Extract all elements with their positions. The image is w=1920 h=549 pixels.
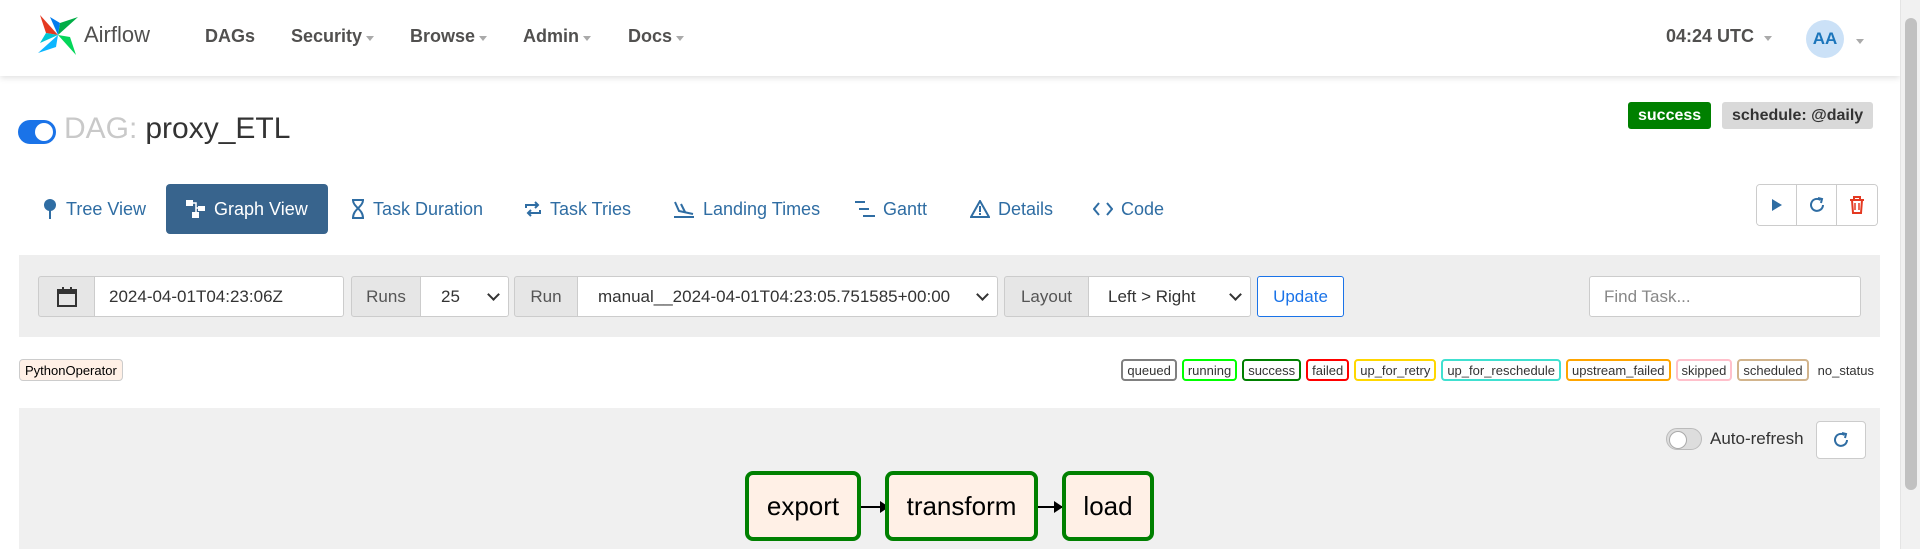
legend-status-upstream-failed[interactable]: upstream_failed bbox=[1566, 359, 1671, 381]
chevron-down-icon bbox=[1229, 287, 1242, 301]
tree-icon bbox=[44, 199, 56, 219]
caret-down-icon bbox=[1764, 35, 1773, 41]
task-node-transform[interactable]: transform bbox=[885, 471, 1038, 541]
tab-gantt[interactable]: Gantt bbox=[835, 184, 947, 234]
legend-status-failed[interactable]: failed bbox=[1306, 359, 1350, 381]
warning-triangle-icon bbox=[970, 200, 990, 218]
brand-name: Airflow bbox=[84, 22, 151, 47]
delete-dag-button[interactable] bbox=[1837, 185, 1877, 225]
tab-details[interactable]: Details bbox=[950, 184, 1073, 234]
top-navbar: Airflow DAGs Security Browse Admin Docs … bbox=[0, 0, 1900, 76]
calendar-button[interactable] bbox=[38, 276, 95, 317]
trigger-dag-button[interactable] bbox=[1757, 185, 1797, 225]
calendar-icon bbox=[56, 286, 77, 307]
chevron-down-icon bbox=[487, 287, 500, 301]
code-icon bbox=[1093, 202, 1113, 216]
tab-code[interactable]: Code bbox=[1073, 184, 1184, 234]
gantt-icon bbox=[855, 201, 875, 217]
layout-label: Layout bbox=[1004, 276, 1089, 317]
refresh-dag-button[interactable] bbox=[1797, 185, 1837, 225]
find-task-input[interactable]: Find Task... bbox=[1589, 276, 1861, 317]
tab-task-duration[interactable]: Task Duration bbox=[331, 184, 503, 234]
landing-icon bbox=[674, 201, 694, 218]
nav-security[interactable]: Security bbox=[291, 26, 375, 47]
repeat-icon bbox=[525, 201, 541, 217]
runs-select[interactable]: 25 bbox=[420, 276, 509, 317]
schedule-badge: schedule: @daily bbox=[1722, 102, 1874, 129]
caret-down-icon bbox=[479, 35, 488, 41]
user-menu-caret-icon[interactable] bbox=[1856, 39, 1864, 44]
nav-dags[interactable]: DAGs bbox=[205, 26, 255, 47]
auto-refresh-toggle[interactable] bbox=[1666, 428, 1702, 450]
dag-actions-group bbox=[1756, 184, 1878, 226]
runs-label: Runs bbox=[351, 276, 421, 317]
caret-down-icon bbox=[583, 35, 591, 41]
operator-legend-python[interactable]: PythonOperator bbox=[19, 359, 123, 381]
auto-refresh-control[interactable]: Auto-refresh bbox=[1666, 428, 1804, 450]
chevron-down-icon bbox=[976, 287, 989, 301]
user-avatar[interactable]: AA bbox=[1806, 20, 1844, 58]
run-select[interactable]: manual__2024-04-01T04:23:05.751585+00:00 bbox=[577, 276, 998, 317]
legend-status-skipped[interactable]: skipped bbox=[1675, 359, 1733, 381]
tab-tree-view[interactable]: Tree View bbox=[22, 184, 166, 234]
dag-prefix: DAG: bbox=[64, 112, 138, 145]
nav-admin[interactable]: Admin bbox=[523, 26, 591, 47]
layout-select[interactable]: Left > Right bbox=[1088, 276, 1251, 317]
base-date-input[interactable]: 2024-04-01T04:23:06Z bbox=[94, 276, 344, 317]
legend-status-up-for-reschedule[interactable]: up_for_reschedule bbox=[1441, 359, 1562, 381]
legend-status-up-for-retry[interactable]: up_for_retry bbox=[1354, 359, 1437, 381]
page-title: DAG: proxy_ETL bbox=[64, 112, 290, 146]
airflow-brand[interactable]: Airflow bbox=[36, 13, 150, 57]
caret-down-icon bbox=[676, 35, 685, 41]
dag-pause-toggle[interactable] bbox=[18, 120, 56, 144]
tab-graph-view[interactable]: Graph View bbox=[166, 184, 328, 234]
nav-docs[interactable]: Docs bbox=[628, 26, 685, 47]
task-node-load[interactable]: load bbox=[1062, 471, 1154, 541]
hourglass-icon bbox=[352, 199, 364, 219]
airflow-logo-icon bbox=[38, 15, 78, 55]
legend-status-scheduled[interactable]: scheduled bbox=[1737, 359, 1809, 381]
graph-refresh-button[interactable] bbox=[1816, 421, 1866, 459]
tab-task-tries[interactable]: Task Tries bbox=[504, 184, 651, 234]
refresh-icon bbox=[1809, 197, 1824, 212]
trash-icon bbox=[1850, 196, 1864, 214]
tab-landing-times[interactable]: Landing Times bbox=[653, 184, 840, 234]
dag-status-badge: success bbox=[1628, 102, 1712, 129]
graph-icon bbox=[186, 200, 205, 218]
dag-name: proxy_ETL bbox=[145, 112, 291, 145]
nav-browse[interactable]: Browse bbox=[410, 26, 488, 47]
legend-status-success[interactable]: success bbox=[1242, 359, 1302, 381]
play-icon bbox=[1771, 199, 1782, 211]
legend-status-no-status[interactable]: no_status bbox=[1813, 359, 1878, 381]
caret-down-icon bbox=[366, 35, 375, 41]
legend-status-running[interactable]: running bbox=[1181, 359, 1238, 381]
utc-clock[interactable]: 04:24 UTC bbox=[1666, 26, 1773, 47]
status-legend: queued running success failed up_for_ret… bbox=[1121, 359, 1878, 381]
page-scrollbar[interactable] bbox=[1900, 0, 1920, 549]
legend-status-queued[interactable]: queued bbox=[1121, 359, 1177, 381]
scrollbar-thumb[interactable] bbox=[1905, 18, 1917, 490]
refresh-icon bbox=[1834, 432, 1848, 447]
task-node-export[interactable]: export bbox=[745, 471, 861, 541]
auto-refresh-label: Auto-refresh bbox=[1710, 429, 1804, 448]
run-label: Run bbox=[514, 276, 578, 317]
update-button[interactable]: Update bbox=[1257, 276, 1344, 317]
